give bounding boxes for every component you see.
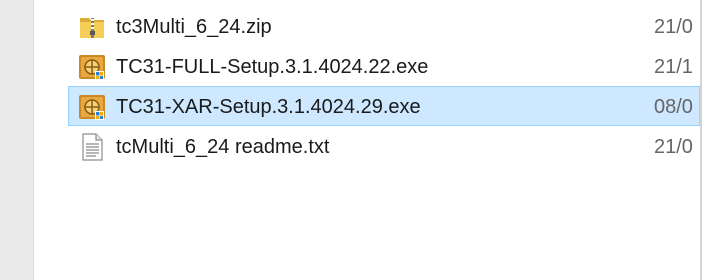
file-name: tcMulti_6_24 readme.txt [116, 136, 330, 158]
file-name: tc3Multi_6_24.zip [116, 16, 272, 38]
file-date: 21/1 [654, 56, 693, 78]
file-name: TC31-XAR-Setup.3.1.4024.29.exe [116, 96, 421, 118]
installer-icon [79, 95, 105, 120]
file-date: 08/0 [654, 96, 693, 118]
navigation-pane [0, 0, 34, 280]
text-file-icon [82, 133, 103, 161]
file-name: TC31-FULL-Setup.3.1.4024.22.exe [116, 56, 429, 78]
file-row-readme-txt[interactable]: tcMulti_6_24 readme.txt 21/0 [68, 126, 700, 166]
zip-folder-icon [80, 18, 104, 38]
file-row-tc31-full-setup[interactable]: TC31-FULL-Setup.3.1.4024.22.exe 21/1 [68, 46, 700, 86]
column-divider [700, 0, 702, 280]
file-list: tc3Multi_6_24.zip 21/0 TC31-FULL-Setup.3… [68, 6, 700, 166]
installer-icon [79, 55, 105, 80]
file-date: 21/0 [654, 136, 693, 158]
file-date: 21/0 [654, 16, 693, 38]
file-row-tc31-xar-setup[interactable]: TC31-XAR-Setup.3.1.4024.29.exe 08/0 [68, 86, 700, 126]
file-row-tc3multi-zip[interactable]: tc3Multi_6_24.zip 21/0 [68, 6, 700, 46]
